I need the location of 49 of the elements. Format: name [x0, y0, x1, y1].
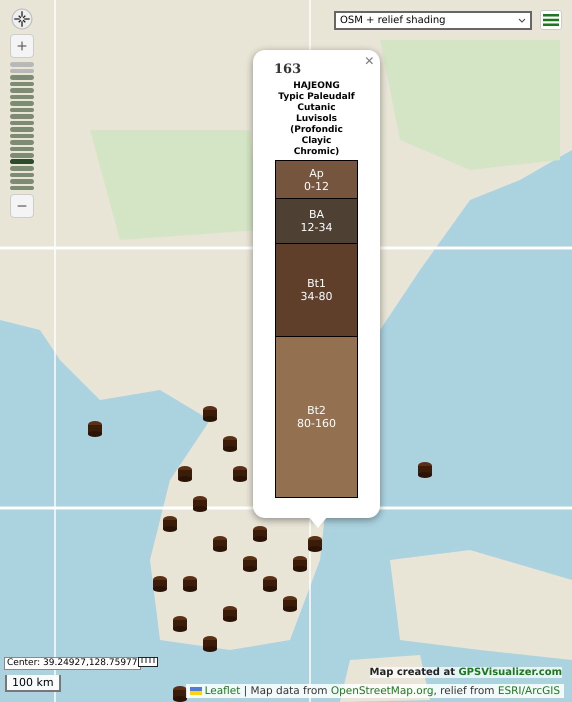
layer-select[interactable]: OSM + relief shading	[334, 10, 532, 30]
soil-profile-marker[interactable]	[243, 556, 257, 572]
soil-profile-marker[interactable]	[88, 421, 102, 437]
attribution-text: | Map data from	[242, 685, 328, 697]
soil-profile-marker[interactable]	[223, 436, 237, 452]
esri-link[interactable]: ESRI/ArcGIS	[498, 685, 560, 697]
zoom-out-button[interactable]: −	[10, 194, 34, 218]
attribution-text: , relief from	[434, 685, 496, 697]
openstreetmap-link[interactable]: OpenStreetMap.org	[330, 685, 434, 697]
soil-profile-marker[interactable]	[173, 686, 187, 702]
close-button[interactable]: ×	[364, 54, 374, 70]
soil-profile-marker[interactable]	[263, 576, 277, 592]
soil-horizon: Ap 0-12	[276, 161, 357, 199]
soil-horizon: BA 12-34	[276, 199, 357, 244]
soil-profile-marker[interactable]	[173, 616, 187, 632]
soil-profile-marker[interactable]	[233, 466, 247, 482]
zoom-slider[interactable]	[10, 62, 34, 190]
soil-profile-marker[interactable]	[203, 406, 217, 422]
soil-classification: Typic Paleudalf	[278, 92, 355, 103]
soil-profile-marker[interactable]	[153, 576, 167, 592]
flag-icon	[190, 687, 202, 695]
scale-bar: 100 km	[5, 675, 61, 692]
soil-profile-marker[interactable]	[253, 526, 267, 542]
soil-profile-marker[interactable]	[223, 606, 237, 622]
soil-profile-marker[interactable]	[178, 466, 192, 482]
soil-profile-marker[interactable]	[193, 496, 207, 512]
soil-profile-marker[interactable]	[183, 576, 197, 592]
soil-classification: Cutanic Luvisols (Profondic Clayic Chromic)	[289, 103, 344, 158]
soil-profile-marker[interactable]	[203, 636, 217, 652]
gpsvisualizer-link[interactable]: GPSVisualizer.com	[458, 667, 562, 678]
recenter-icon[interactable]	[11, 8, 33, 30]
zoom-in-button[interactable]: +	[10, 34, 34, 58]
soil-profile-marker[interactable]	[213, 536, 227, 552]
zoom-slider-thumb[interactable]	[10, 159, 34, 164]
soil-profile-marker[interactable]	[293, 556, 307, 572]
leaflet-link[interactable]: Leaflet	[204, 685, 240, 697]
profile-id: 163	[274, 62, 302, 77]
menu-button[interactable]	[540, 10, 562, 30]
soil-profile-marker[interactable]	[418, 462, 432, 478]
soil-horizon: Bt1 34-80	[276, 244, 357, 337]
soil-profile-marker[interactable]	[308, 536, 322, 552]
caret-icon	[518, 18, 526, 22]
soil-profile-marker[interactable]	[163, 516, 177, 532]
site-name: HAJEONG	[293, 81, 340, 92]
center-coordinates: Center: 39.24927,128.75977	[4, 657, 140, 670]
map-credit: Map created at GPSVisualizer.com	[370, 667, 562, 678]
soil-horizon: Bt2 80-160	[276, 337, 357, 497]
soil-profile-marker[interactable]	[283, 596, 297, 612]
ruler-icon[interactable]	[138, 657, 158, 667]
